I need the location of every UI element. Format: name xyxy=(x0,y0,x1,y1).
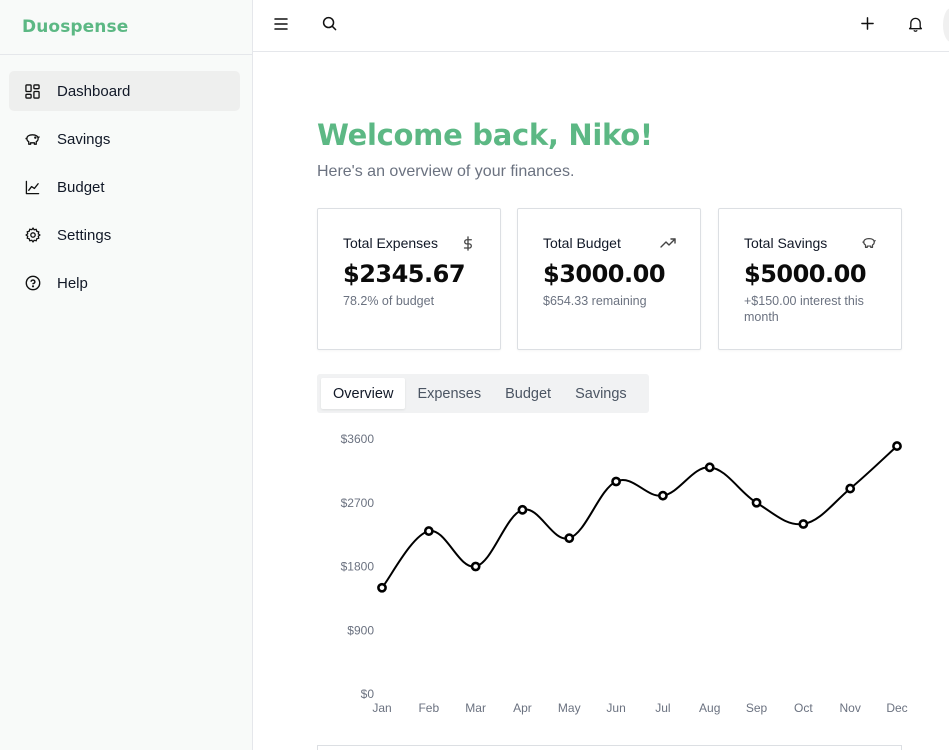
dollar-icon xyxy=(460,235,476,251)
hamburger-menu-icon xyxy=(274,17,288,35)
sidebar-item-label: Budget xyxy=(57,178,105,196)
x-tick-label: Sep xyxy=(746,701,768,715)
data-point[interactable] xyxy=(377,582,387,593)
card-value: $3000.00 xyxy=(543,260,666,288)
data-point[interactable] xyxy=(892,441,902,451)
piggy-bank-icon xyxy=(861,235,877,251)
tab-expenses[interactable]: Expenses xyxy=(405,378,493,409)
sidebar-item-label: Savings xyxy=(57,130,111,148)
x-tick-label: Jul xyxy=(655,701,670,715)
brand-bar: Duospense xyxy=(0,0,252,55)
data-point[interactable] xyxy=(751,497,762,508)
card-title: Total Expenses xyxy=(343,235,438,251)
y-tick-label: $900 xyxy=(347,623,374,637)
card-title: Total Budget xyxy=(543,235,621,251)
y-tick-label: $2700 xyxy=(341,496,375,510)
gear-icon xyxy=(24,227,41,244)
page-title: Welcome back, Niko! xyxy=(317,118,653,152)
sidebar-item-help[interactable]: Help xyxy=(9,263,240,303)
data-point[interactable] xyxy=(798,519,809,529)
brand-logo-text[interactable]: Duospense xyxy=(22,17,128,37)
data-point[interactable] xyxy=(658,490,668,501)
x-tick-label: Jun xyxy=(606,701,625,715)
piggy-bank-icon xyxy=(24,131,41,148)
trending-up-icon xyxy=(660,235,676,251)
sidebar-item-label: Help xyxy=(57,274,88,292)
x-tick-label: May xyxy=(558,701,581,715)
sidebar-nav: Dashboard Savings Budget Settings Help xyxy=(0,55,252,303)
overview-line-chart: $0 $900 $1800 $2700 $3600 Jan Feb Mar Apr May Jun J… xyxy=(341,432,908,715)
x-tick-label: Apr xyxy=(513,701,532,715)
sidebar: Duospense Dashboard Savings Budget Setti… xyxy=(0,0,253,750)
total-savings-card: Total Savings $5000.00 +$150.00 interest… xyxy=(718,208,902,350)
y-tick-label: $1800 xyxy=(341,560,375,574)
menu-button[interactable] xyxy=(268,13,294,39)
sidebar-item-dashboard[interactable]: Dashboard xyxy=(9,71,240,111)
search-button[interactable] xyxy=(316,13,342,39)
sidebar-item-label: Settings xyxy=(57,226,112,244)
bottom-card-edge xyxy=(317,745,902,750)
page-subtitle: Here's an overview of your finances. xyxy=(317,163,575,180)
x-tick-label: Dec xyxy=(886,701,907,715)
card-subtext: 78.2% of budget xyxy=(343,294,435,308)
search-icon xyxy=(322,16,337,36)
topbar xyxy=(253,0,949,52)
card-subtext: $654.33 remaining xyxy=(543,294,647,308)
sidebar-item-savings[interactable]: Savings xyxy=(9,119,240,159)
avatar[interactable] xyxy=(943,8,949,42)
series-line xyxy=(381,445,898,589)
sidebar-item-budget[interactable]: Budget xyxy=(9,167,240,207)
data-point[interactable] xyxy=(704,462,715,473)
card-subtext: +$150.00 interest this month xyxy=(744,294,864,324)
tab-bar: Overview Expenses Budget Savings xyxy=(317,374,649,413)
card-value: $2345.67 xyxy=(343,260,466,288)
total-budget-card: Total Budget $3000.00 $654.33 remaining xyxy=(517,208,701,350)
data-point[interactable] xyxy=(517,504,528,515)
help-circle-icon xyxy=(24,275,41,292)
x-tick-label: Nov xyxy=(840,701,861,715)
tab-savings[interactable]: Savings xyxy=(563,378,639,409)
x-tick-label: Oct xyxy=(794,701,813,715)
bell-icon xyxy=(908,16,923,37)
x-tick-label: Aug xyxy=(699,701,720,715)
data-point[interactable] xyxy=(611,476,621,487)
x-tick-label: Mar xyxy=(465,701,486,715)
dashboard-icon xyxy=(24,83,41,100)
add-button[interactable] xyxy=(854,13,880,39)
tab-overview[interactable]: Overview xyxy=(321,378,406,409)
data-point[interactable] xyxy=(564,533,575,544)
data-point[interactable] xyxy=(845,483,856,494)
x-tick-label: Jan xyxy=(372,701,391,715)
total-expenses-card: Total Expenses $2345.67 78.2% of budget xyxy=(317,208,501,350)
line-chart-icon xyxy=(24,179,41,196)
notifications-button[interactable] xyxy=(902,13,928,39)
x-tick-label: Feb xyxy=(418,701,439,715)
y-tick-label: $0 xyxy=(361,687,375,701)
card-title: Total Savings xyxy=(744,235,828,251)
card-value: $5000.00 xyxy=(744,260,867,288)
data-point[interactable] xyxy=(423,526,434,536)
plus-icon xyxy=(860,17,874,35)
sidebar-item-label: Dashboard xyxy=(57,82,131,100)
tab-budget[interactable]: Budget xyxy=(493,378,563,409)
y-tick-label: $3600 xyxy=(341,432,375,446)
main-content: Welcome back, Niko! Here's an overview o… xyxy=(253,52,949,750)
sidebar-item-settings[interactable]: Settings xyxy=(9,215,240,255)
data-point[interactable] xyxy=(470,561,481,572)
